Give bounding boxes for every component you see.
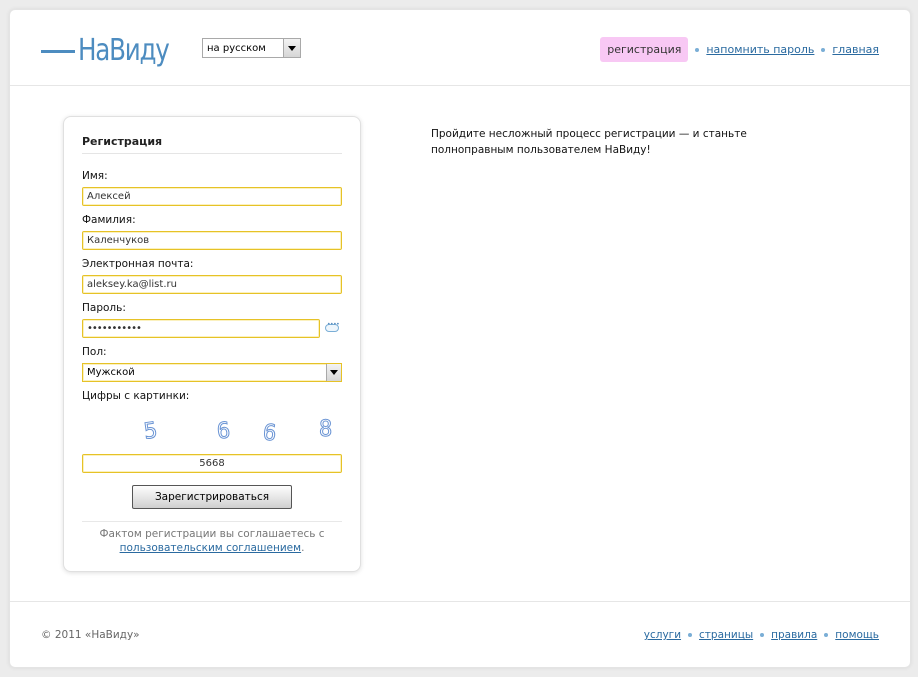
chevron-down-icon[interactable] — [326, 364, 341, 381]
email-field[interactable]: aleksey.ka@list.ru — [82, 275, 342, 294]
language-select[interactable]: на русском — [202, 38, 301, 58]
logo-text: НаВиду — [78, 32, 170, 68]
bullet-icon — [688, 633, 693, 637]
agreement-divider — [82, 521, 342, 522]
agreement-end: . — [301, 542, 305, 554]
nav-registration-active: регистрация — [600, 37, 689, 62]
intro-text: Пройдите несложный процесс регистрации —… — [431, 128, 747, 156]
captcha-digit: 8 — [318, 417, 333, 443]
agreement-notice: Фактом регистрации вы соглашаетесь с пол… — [82, 527, 342, 555]
chevron-down-icon[interactable] — [283, 39, 300, 57]
bullet-icon — [695, 47, 700, 52]
registration-card: Регистрация Имя: Алексей Фамилия: Каленч… — [63, 116, 361, 572]
header-divider — [10, 85, 910, 86]
captcha-digit: 6 — [261, 420, 278, 447]
captcha-digit: 5 — [142, 418, 160, 446]
agreement-text: Фактом регистрации вы соглашаетесь с — [99, 528, 325, 540]
gender-select-value: Мужской — [87, 367, 135, 378]
bullet-icon — [824, 633, 829, 637]
captcha-label: Цифры с картинки: — [82, 390, 190, 402]
gender-select[interactable]: Мужской — [82, 363, 342, 382]
user-agreement-link[interactable]: пользовательским соглашением — [120, 542, 302, 554]
nav-home-link[interactable]: главная — [832, 43, 879, 56]
footer-link-help[interactable]: помощь — [835, 629, 879, 641]
logo[interactable]: НаВиду — [41, 32, 189, 68]
last-name-field[interactable]: Каленчуков — [82, 231, 342, 250]
copyright: © 2011 «НаВиду» — [41, 629, 140, 641]
password-field[interactable]: ••••••••••• — [82, 319, 320, 338]
last-name-label: Фамилия: — [82, 214, 136, 226]
first-name-field[interactable]: Алексей — [82, 187, 342, 206]
show-password-icon[interactable] — [325, 321, 339, 332]
bullet-icon — [760, 633, 765, 637]
captcha-field[interactable]: 5668 — [82, 454, 342, 473]
password-label: Пароль: — [82, 302, 126, 314]
register-button[interactable]: Зарегистрироваться — [132, 485, 292, 509]
gender-label: Пол: — [82, 346, 107, 358]
footer-divider — [10, 601, 910, 602]
logo-dash — [41, 49, 75, 53]
nav-remind-password-link[interactable]: напомнить пароль — [706, 43, 814, 56]
first-name-label: Имя: — [82, 170, 108, 182]
language-select-value: на русском — [207, 42, 266, 54]
top-nav: регистрация напомнить пароль главная — [600, 37, 879, 62]
footer-link-services[interactable]: услуги — [644, 629, 681, 641]
form-title-divider — [82, 153, 342, 154]
captcha-image: 5 6 6 8 — [134, 417, 344, 449]
footer-nav: услуги страницы правила помощь — [644, 629, 879, 641]
footer-link-pages[interactable]: страницы — [699, 629, 753, 641]
email-label: Электронная почта: — [82, 258, 194, 270]
bullet-icon — [821, 47, 826, 52]
captcha-digit: 6 — [215, 418, 232, 445]
footer-link-rules[interactable]: правила — [771, 629, 817, 641]
form-title: Регистрация — [82, 135, 163, 148]
page-frame: НаВиду на русском регистрация напомнить … — [9, 9, 911, 668]
